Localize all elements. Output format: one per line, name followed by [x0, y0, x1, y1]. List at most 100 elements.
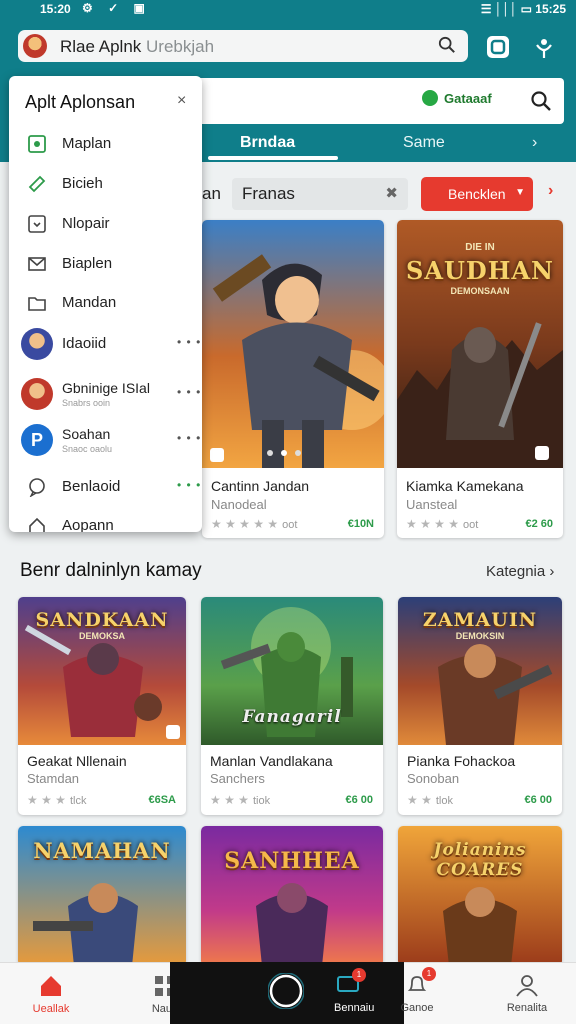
- square-icon[interactable]: [484, 33, 512, 61]
- search-input[interactable]: Rlae Aplnk Urebkjah: [60, 37, 214, 57]
- drawer-item-bicieh[interactable]: Bicieh: [9, 166, 202, 204]
- drawer-item-label: Idaoiid: [62, 335, 107, 352]
- game-title: Geakat Nllenain: [27, 753, 127, 769]
- stars: ★ ★ ★: [27, 793, 66, 807]
- search-icon[interactable]: [438, 36, 456, 54]
- benchmark-button[interactable]: Bencklen ▼: [421, 177, 533, 211]
- rating-stars: ★ ★ ★ ★ oot: [406, 517, 478, 531]
- stars: ★ ★: [407, 793, 432, 807]
- rating-label: tiok: [252, 795, 271, 807]
- nav-item-ganoe[interactable]: 1 Ganoe: [372, 962, 462, 1024]
- home-icon: [29, 517, 45, 532]
- art-title-text: SANHHEA: [224, 848, 360, 874]
- rating-label: oot: [463, 519, 479, 531]
- search-placeholder: Urebkjah: [146, 37, 215, 56]
- drawer-item-biaplen[interactable]: Biaplen: [9, 246, 202, 284]
- nav-item-profile[interactable]: Renalita: [482, 962, 572, 1024]
- game-developer: Nanodeal: [211, 497, 267, 512]
- game-price: €6 00: [524, 794, 552, 806]
- featured-card[interactable]: DIE IN SAUDHAN DEMONSAAN Kiamka Kamekana…: [397, 220, 563, 538]
- app-avatar-icon[interactable]: [23, 34, 47, 58]
- platform-badge-icon: [210, 448, 224, 462]
- drawer-item-soahan[interactable]: P Soahan Snaoc oaolu • • •: [9, 422, 202, 460]
- game-price: €6 00: [345, 794, 373, 806]
- tabs-chevron-right-icon[interactable]: ›: [532, 134, 537, 152]
- chevron-right-icon[interactable]: ›: [548, 182, 553, 200]
- game-card[interactable]: NAMAHAN: [18, 826, 186, 966]
- filter-chip-label: Franas: [242, 184, 295, 203]
- game-price: €2 60: [525, 518, 553, 530]
- game-artwork: DIE IN SAUDHAN DEMONSAAN: [397, 220, 563, 468]
- game-artwork: Jolianins COARES: [398, 826, 562, 966]
- drawer-item-gbninige[interactable]: Gbninige ISIal Snabrs ooin • • •: [9, 376, 202, 414]
- rating-stars: ★ ★ ★ tlck: [27, 793, 86, 807]
- drawer-item-label: Bicieh: [62, 175, 103, 192]
- game-title: Cantinn Jandan: [211, 478, 310, 494]
- notification-badge: 1: [352, 968, 366, 982]
- stars: ★ ★ ★: [210, 793, 249, 807]
- drawer-item-label: Maplan: [62, 135, 112, 152]
- nav-item-home[interactable]: Ueallak: [6, 963, 96, 1024]
- drawer-item-mandan[interactable]: Mandan: [9, 285, 202, 323]
- rating-label: tlck: [69, 795, 87, 807]
- status-badge[interactable]: Gataaaf: [422, 90, 492, 106]
- stars: ★ ★ ★ ★: [406, 517, 460, 531]
- art-title-text: ZAMAUIN: [422, 609, 538, 631]
- more-icon[interactable]: • • •: [177, 335, 201, 349]
- game-card[interactable]: SANDKAAN DEMOKSA Geakat Nllenain Stamdan…: [18, 597, 186, 815]
- platform-badge-icon: [535, 446, 549, 460]
- game-developer: Sanchers: [210, 771, 265, 786]
- circle-icon[interactable]: [268, 973, 304, 1009]
- more-icon[interactable]: • • •: [177, 478, 201, 492]
- featured-card[interactable]: Cantinn Jandan Nanodeal ★ ★ ★ ★ ★ oot €10…: [202, 220, 384, 538]
- status-right: ☰ │││ ▭ 15:25: [480, 2, 566, 16]
- drawer-item-label: Biaplen: [62, 255, 113, 272]
- tab-brndaa[interactable]: Brndaa: [240, 134, 295, 152]
- drawer-item-label: Benlaoid: [62, 478, 121, 495]
- game-card[interactable]: Jolianins COARES: [398, 826, 562, 966]
- game-card[interactable]: ZAMAUIN DEMOKSIN Pianka Fohackoa Sonoban…: [398, 597, 562, 815]
- drawer-item-maplan[interactable]: Maplan: [9, 126, 202, 164]
- game-artwork: SANDKAAN DEMOKSA: [18, 597, 186, 745]
- drawer-item-idaoiid[interactable]: Idaoiid • • •: [9, 326, 202, 364]
- rating-stars: ★ ★ tlok: [407, 793, 453, 807]
- game-title: Manlan Vandlakana: [210, 753, 333, 769]
- game-card[interactable]: Fanagaril Manlan Vandlakana Sanchers ★ ★…: [201, 597, 383, 815]
- drawer-item-label: Mandan: [62, 294, 117, 311]
- art-title-text: Jolianins COARES: [433, 840, 527, 880]
- game-artwork: NAMAHAN: [18, 826, 186, 966]
- home-icon: [41, 976, 61, 996]
- status-icons: ⚙ ✓ ▣: [82, 1, 151, 15]
- tab-indicator: [208, 156, 338, 160]
- drawer-item-sub: Snabrs ooin: [62, 398, 111, 408]
- check-icon: [422, 90, 438, 106]
- more-icon[interactable]: • • •: [177, 385, 201, 399]
- status-bar: 15:20 ⚙ ✓ ▣ ☰ │││ ▭ 15:25: [0, 0, 576, 20]
- drawer-item-aopann[interactable]: Aopann: [9, 508, 202, 532]
- download-icon: [28, 215, 46, 233]
- drawer-item-label: Aopann: [62, 517, 114, 532]
- art-sub-text: DEMONSAAN: [450, 286, 510, 296]
- nav-label: Bennaiu: [334, 1002, 375, 1014]
- more-icon[interactable]: • • •: [177, 431, 201, 445]
- close-icon[interactable]: ×: [177, 92, 186, 110]
- nav-label: Renalita: [506, 1002, 548, 1014]
- section-link[interactable]: Kategnia ›: [486, 563, 554, 580]
- tab-same[interactable]: Same: [403, 134, 445, 152]
- mic-icon[interactable]: [530, 33, 558, 61]
- filter-chip[interactable]: Franas ✖: [232, 178, 408, 210]
- search-icon[interactable]: [530, 90, 552, 112]
- drawer-item-nlopair[interactable]: Nlopair: [9, 206, 202, 244]
- game-artwork: SANHHEA: [201, 826, 383, 966]
- art-title-text: Fanagaril: [242, 707, 342, 727]
- clear-icon[interactable]: ✖: [385, 184, 398, 202]
- search-bar[interactable]: Rlae Aplnk Urebkjah: [18, 30, 468, 62]
- nav-label: Ganoe: [400, 1002, 434, 1014]
- game-price: €6SA: [148, 794, 176, 806]
- badge-label: Gataaaf: [444, 90, 492, 106]
- system-nav-overlay: 1 Bennaiu: [170, 962, 404, 1024]
- art-title-text: SANDKAAN: [35, 609, 169, 631]
- avatar: [21, 328, 53, 360]
- drawer-item-benlaoid[interactable]: Benlaoid • • •: [9, 469, 202, 507]
- game-card[interactable]: SANHHEA: [201, 826, 383, 966]
